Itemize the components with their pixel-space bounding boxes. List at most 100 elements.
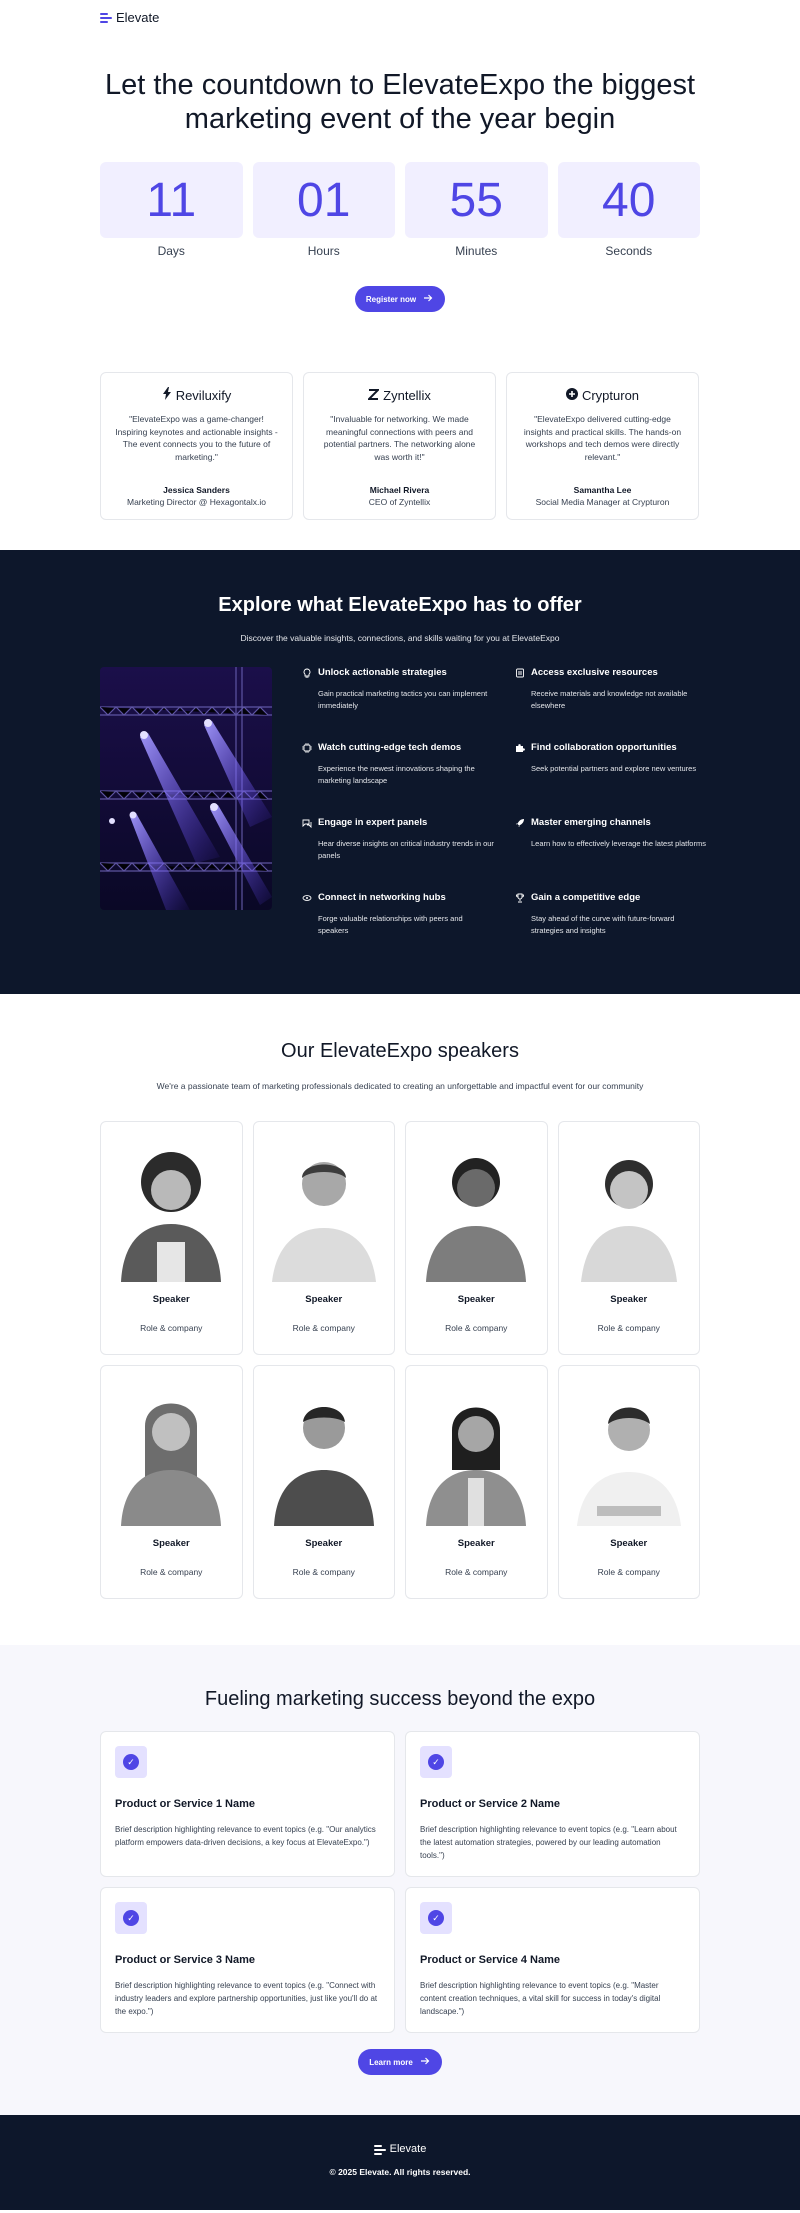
speaker-role: Role & company [140,1323,203,1333]
speaker-card[interactable]: Speaker Role & company [252,1121,395,1355]
hero-section: Let the countdown to ElevateExpo the big… [100,68,700,520]
feature-desc: Learn how to effectively leverage the la… [531,839,706,848]
product-desc: Brief description highlighting relevance… [115,1981,378,2016]
speaker-card[interactable]: Speaker Role & company [557,1121,700,1355]
speaker-role: Role & company [292,1567,355,1577]
feature-desc: Seek potential partners and explore new … [531,764,697,773]
feature-desc: Gain practical marketing tactics you can… [318,689,488,710]
countdown-label: Minutes [455,244,498,258]
products-title: Fueling marketing success beyond the exp… [204,1688,596,1710]
feature-item: Master emerging channels Learn how to ef… [515,817,708,892]
product-title: Product or Service 3 Name [115,1954,256,1966]
elevate-logo-icon [373,2144,386,2155]
offer-title: Explore what ElevateExpo has to offer [218,594,582,616]
feature-title: Engage in expert panels [318,817,428,828]
speakers-grid: Speaker Role & company Speaker Role & co… [100,1121,700,1599]
testimonial-card: Reviluxify "ElevateExpo was a game-chang… [100,372,293,520]
speaker-photo [580,1160,677,1282]
products-grid: ✓ Product or Service 1 Name Brief descri… [100,1731,700,2033]
feature-item: Gain a competitive edge Stay ahead of th… [515,892,708,967]
countdown-value: 01 [252,162,395,238]
company-name: Crypturon [581,387,640,403]
feature-title: Watch cutting-edge tech demos [318,742,462,753]
feature-title: Master emerging channels [531,817,651,828]
product-title: Product or Service 4 Name [420,1954,561,1966]
product-card: ✓ Product or Service 3 Name Brief descri… [100,1887,395,2033]
register-now-button[interactable]: Register now [354,286,446,312]
feature-title: Find collaboration opportunities [531,742,677,753]
speakers-section: Our ElevateExpo speakers We're a passion… [100,994,700,1599]
product-desc: Brief description highlighting relevance… [420,1981,661,2016]
hero-title: Let the countdown to ElevateExpo the big… [104,69,696,135]
countdown: 11 Days 01 Hours 55 Minutes 40 Seconds [100,162,700,258]
countdown-seconds: 40 Seconds [557,162,700,258]
speaker-name: Speaker [457,1294,495,1305]
feature-desc: Forge valuable relationships with peers … [318,914,463,935]
countdown-label: Seconds [605,244,653,258]
chip-icon [302,742,312,753]
testimonials: Reviluxify "ElevateExpo was a game-chang… [100,372,700,520]
speaker-card[interactable]: Speaker Role & company [557,1365,700,1599]
speakers-subtitle: We're a passionate team of marketing pro… [156,1081,644,1091]
feature-item: Watch cutting-edge tech demos Experience… [302,742,495,817]
testimonial-role: Marketing Director @ Hexagontalx.io [126,497,267,507]
brand-name: Elevate [116,9,160,25]
feature-item: Engage in expert panels Hear diverse ins… [302,817,495,892]
speaker-role: Role & company [445,1567,508,1577]
speaker-role: Role & company [292,1323,355,1333]
countdown-label: Hours [307,244,340,258]
features-grid: Unlock actionable strategies Gain practi… [302,667,708,967]
register-now-label: Register now [365,294,417,304]
testimonial-name: Samantha Lee [573,485,632,495]
speaker-photo [273,1407,374,1526]
speaker-photo [426,1158,527,1282]
learn-more-button[interactable]: Learn more [358,2049,442,2075]
feature-item: Connect in networking hubs Forge valuabl… [302,892,495,967]
product-card: ✓ Product or Service 1 Name Brief descri… [100,1731,395,1877]
product-title: Product or Service 1 Name [115,1798,256,1810]
feature-title: Unlock actionable strategies [318,667,447,678]
copyright: © 2025 Elevate. All rights reserved. [329,2167,471,2177]
speaker-name: Speaker [610,1294,648,1305]
feature-desc: Experience the newest innovations shapin… [318,764,475,785]
brand-logo[interactable]: Elevate [100,10,159,25]
speaker-card[interactable]: Speaker Role & company [100,1365,243,1599]
testimonial-quote: "ElevateExpo was a game-changer! Inspiri… [115,414,278,462]
check-badge-icon: ✓ [420,1902,452,1934]
speaker-card[interactable]: Speaker Role & company [252,1365,395,1599]
product-title: Product or Service 2 Name [420,1798,561,1810]
elevate-logo-icon [100,12,112,23]
trophy-icon [515,893,525,903]
product-desc: Brief description highlighting relevance… [420,1825,677,1860]
speaker-card[interactable]: Speaker Role & company [405,1121,548,1355]
speaker-photo [576,1407,681,1526]
speaker-card[interactable]: Speaker Role & company [100,1121,243,1355]
speaker-photo [426,1407,527,1526]
testimonial-name: Jessica Sanders [163,485,230,495]
speaker-photo [121,1152,222,1282]
feature-item: Find collaboration opportunities Seek po… [515,742,708,817]
speaker-name: Speaker [152,1538,190,1549]
speaker-name: Speaker [457,1538,495,1549]
check-badge-icon: ✓ [115,1746,147,1778]
feature-item: Access exclusive resources Receive mater… [515,667,708,742]
plus-circle-icon [565,387,578,403]
check-badge-icon: ✓ [420,1746,452,1778]
speaker-name: Speaker [305,1294,343,1305]
concert-stage-image [100,667,272,910]
speaker-photo [271,1162,376,1282]
arrow-right-icon [424,294,433,304]
offer-section: Explore what ElevateExpo has to offer Di… [0,550,800,994]
document-icon [515,668,525,678]
speaker-role: Role & company [597,1323,660,1333]
testimonial-role: CEO of Zyntellix [368,497,431,507]
footer-logo[interactable]: Elevate [0,2143,800,2155]
company-name: Zyntellix [383,387,431,403]
countdown-minutes: 55 Minutes [405,162,548,258]
feature-title: Access exclusive resources [531,667,658,678]
speaker-role: Role & company [140,1567,203,1577]
feature-item: Unlock actionable strategies Gain practi… [302,667,495,742]
company-logo: Zyntellix [318,387,481,403]
speaker-card[interactable]: Speaker Role & company [405,1365,548,1599]
offer-subtitle: Discover the valuable insights, connecti… [240,633,560,643]
